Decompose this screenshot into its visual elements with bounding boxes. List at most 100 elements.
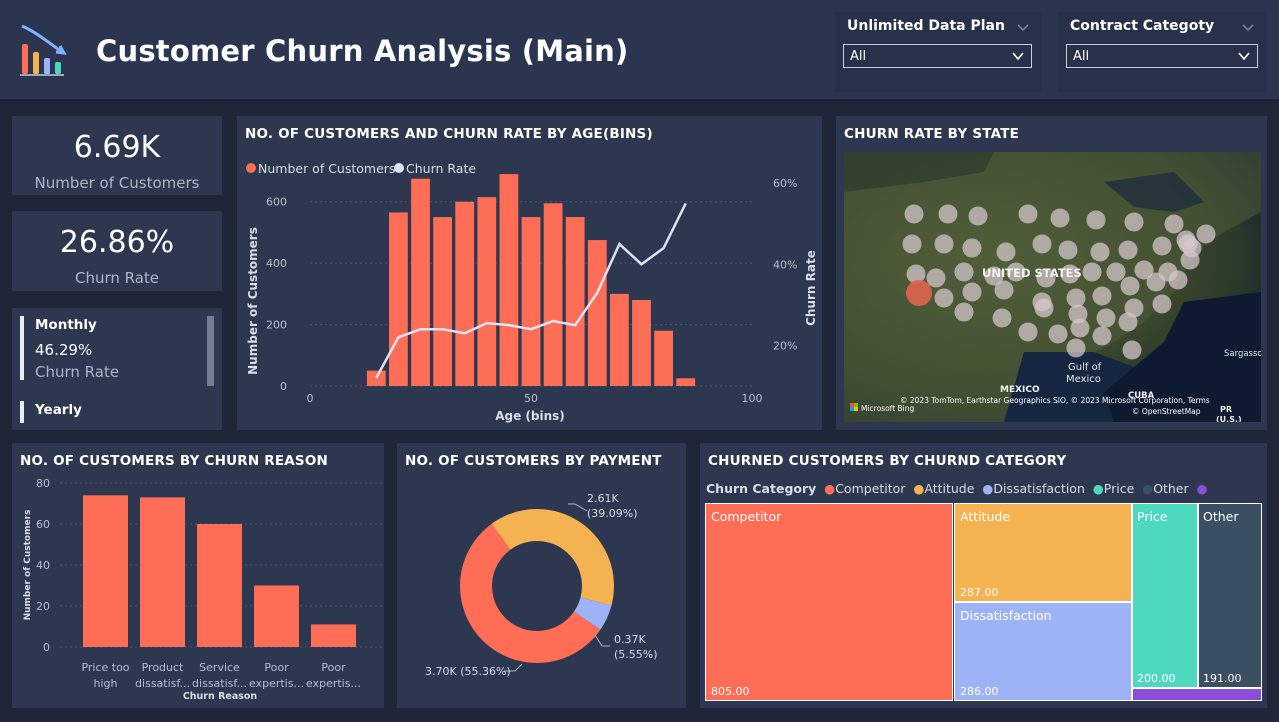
legend-label: Number of Customers xyxy=(258,161,395,176)
state-bubble xyxy=(1092,286,1112,306)
state-bubble xyxy=(1034,298,1054,318)
x-tick-label: Service xyxy=(199,661,240,674)
map-label-pr: PR xyxy=(1220,405,1232,414)
x-tick-label: 50 xyxy=(524,392,538,405)
state-bubble xyxy=(1122,340,1142,360)
chevron-down-icon[interactable] xyxy=(1241,20,1255,34)
kpi-label: Number of Customers xyxy=(34,174,200,192)
slicer-value: All xyxy=(1073,49,1090,64)
contract-name: Yearly xyxy=(35,402,82,418)
y2-tick-label: 20% xyxy=(773,339,797,352)
state-bubble xyxy=(934,234,954,254)
legend-label: Price xyxy=(1103,481,1135,496)
state-bubble xyxy=(1058,240,1078,260)
state-bubble xyxy=(904,204,924,224)
bar xyxy=(254,585,299,647)
contract-name: Monthly xyxy=(35,317,97,333)
age-chart-panel: NO. OF CUSTOMERS AND CHURN RATE BY AGE(B… xyxy=(237,116,822,430)
x-tick-label: 100 xyxy=(742,392,763,405)
slice-label: (5.55%) xyxy=(614,648,658,661)
state-bubble xyxy=(1176,230,1196,250)
contract-churn-card: Monthly 46.29% Churn Rate Yearly xyxy=(12,308,222,430)
treemap-cell-unlabeled[interactable] xyxy=(1132,688,1262,701)
state-bubble xyxy=(1196,224,1216,244)
map-canvas: UNITED STATES Gulf of Mexico MEXICO CUBA… xyxy=(844,152,1261,422)
slicer-dropdown[interactable]: All xyxy=(843,44,1032,68)
legend-marker: ● xyxy=(1142,481,1154,496)
state-bubble xyxy=(994,280,1014,300)
bar xyxy=(433,217,452,386)
slice-label: (39.09%) xyxy=(587,507,638,520)
treemap-cell-attitude[interactable]: Attitude 287.00 xyxy=(954,503,1132,602)
cell-label: Competitor xyxy=(711,509,782,524)
legend-marker: ● xyxy=(913,481,925,496)
bar xyxy=(632,300,651,386)
age-chart: Number of Customers Churn Rate Number of… xyxy=(246,161,818,423)
x-tick-label: high xyxy=(94,677,118,690)
legend-marker: ● xyxy=(1092,481,1104,496)
bing-label: Microsoft Bing xyxy=(861,404,914,413)
treemap-cell-price[interactable]: Price 200.00 xyxy=(1132,503,1198,688)
state-bubble xyxy=(962,282,982,302)
bar xyxy=(477,197,497,386)
state-bubble xyxy=(1118,240,1138,260)
state-bubble xyxy=(1106,262,1126,282)
state-bubble xyxy=(1086,210,1106,230)
y-tick-label: 600 xyxy=(266,196,287,209)
payment-chart-panel: NO. OF CUSTOMERS BY PAYMENT 2.61K (39.09… xyxy=(397,443,686,708)
state-bubble xyxy=(1082,262,1102,282)
scrollbar[interactable] xyxy=(207,316,214,386)
state-bubble xyxy=(926,268,946,288)
cell-label: Other xyxy=(1203,509,1239,524)
state-bubble xyxy=(996,242,1016,262)
map-label-country: UNITED STATES xyxy=(982,266,1082,280)
bar xyxy=(499,174,519,386)
state-bubble xyxy=(954,262,974,282)
legend-title: Churn Category xyxy=(706,481,817,496)
chevron-down-icon[interactable] xyxy=(1016,20,1030,34)
bar xyxy=(654,330,673,386)
header-bar: Customer Churn Analysis (Main) Unlimited… xyxy=(0,0,1279,101)
slicer-unlimited-data-plan: Unlimited Data Plan All xyxy=(835,12,1042,92)
state-bubble xyxy=(1120,276,1140,296)
cell-label: Price xyxy=(1137,509,1168,524)
x-tick-label: dissatisf... xyxy=(192,677,247,690)
x-axis-label: Churn Reason xyxy=(183,691,258,702)
map-label-mexico: MEXICO xyxy=(1000,385,1040,395)
treemap-cell-dissatisfaction[interactable]: Dissatisfaction 286.00 xyxy=(954,602,1132,701)
contract-label: Churn Rate xyxy=(35,363,120,381)
us-map[interactable]: UNITED STATES Gulf of Mexico MEXICO CUBA… xyxy=(844,152,1261,422)
x-tick-label: dissatisf... xyxy=(135,677,190,690)
state-bubble xyxy=(1152,236,1172,256)
state-bubble xyxy=(1032,234,1052,254)
slicer-label: Contract Categoty xyxy=(1070,18,1215,34)
treemap-cell-other[interactable]: Other 191.00 xyxy=(1198,503,1262,688)
map-label-sargasso: Sargasso xyxy=(1224,349,1261,359)
state-bubble xyxy=(1124,212,1144,232)
legend-marker xyxy=(394,163,404,173)
state-bubble xyxy=(968,206,988,226)
chevron-down-icon xyxy=(1012,52,1024,61)
leader-line xyxy=(594,634,610,647)
leader-line xyxy=(568,503,588,512)
state-bubble xyxy=(1168,270,1188,290)
y-tick-label: 0 xyxy=(280,380,287,393)
slicer-value: All xyxy=(850,49,867,64)
legend-label: Attitude xyxy=(924,481,975,496)
page-title: Customer Churn Analysis (Main) xyxy=(96,34,629,68)
cell-label: Attitude xyxy=(960,509,1011,524)
treemap-cell-competitor[interactable]: Competitor 805.00 xyxy=(705,503,953,701)
bar xyxy=(676,378,696,386)
slicer-label: Unlimited Data Plan xyxy=(847,18,1005,34)
x-tick-label: Product xyxy=(142,661,184,674)
state-bubble xyxy=(1066,288,1086,308)
state-bubble xyxy=(1146,272,1166,292)
state-bubble xyxy=(1066,338,1086,358)
state-bubble xyxy=(1050,208,1070,228)
state-bubble xyxy=(992,308,1012,328)
slice-label: 3.70K (55.36%) xyxy=(425,665,511,678)
cell-value: 287.00 xyxy=(960,586,999,599)
y-tick-label: 0 xyxy=(43,641,50,654)
slicer-dropdown[interactable]: All xyxy=(1066,44,1258,68)
state-bubble xyxy=(938,204,958,224)
